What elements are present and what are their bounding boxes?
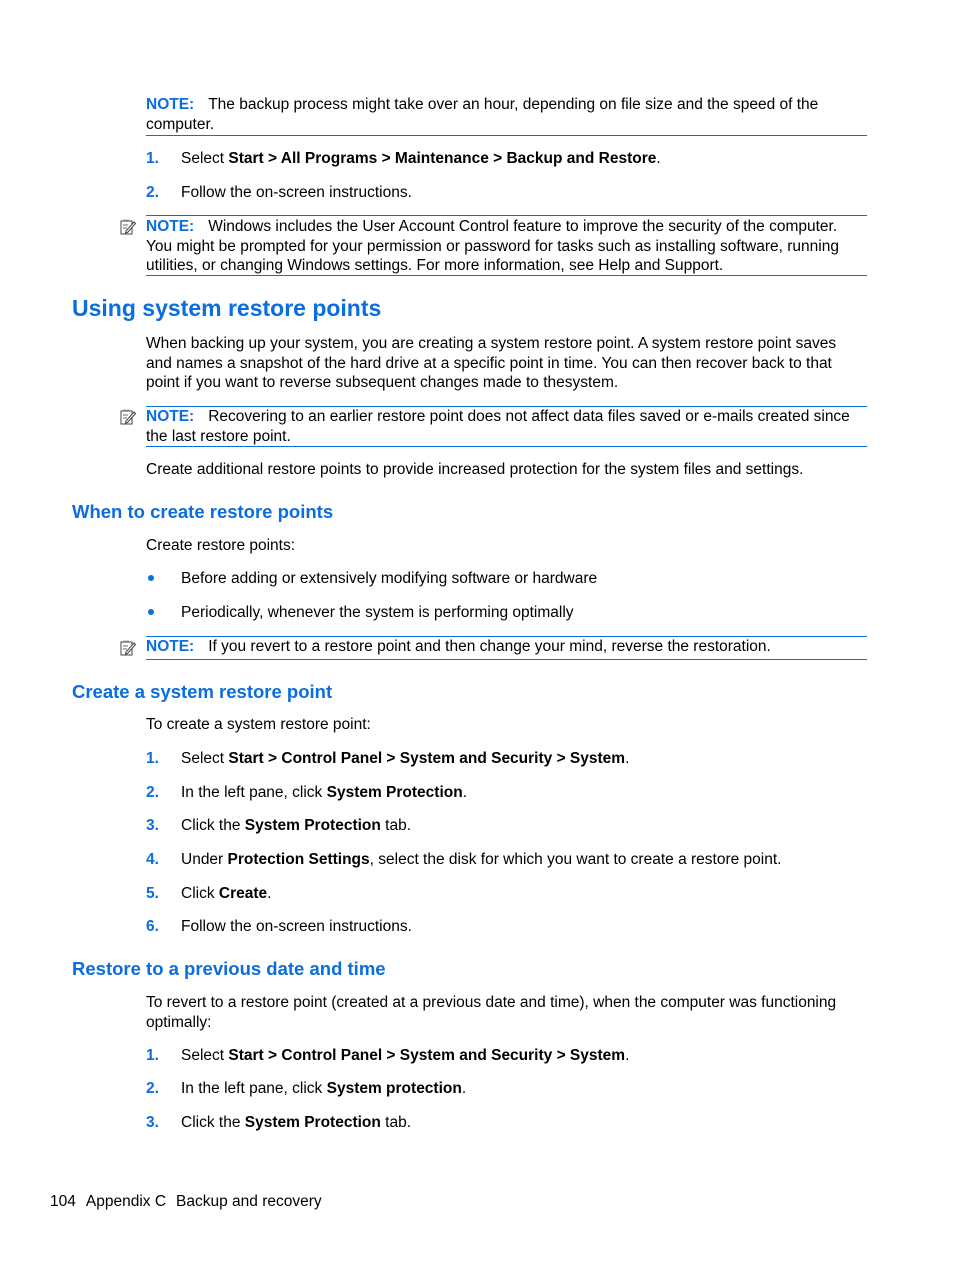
step-text: . [656, 150, 661, 167]
note-divider [146, 275, 867, 276]
step-text: . [267, 885, 272, 902]
step-number: 2. [146, 1080, 159, 1097]
note-text: Windows includes the User Account Contro… [146, 218, 839, 274]
section-heading-using-restore-points: Using system restore points [72, 295, 382, 321]
intro-step-2: 2. Follow the on-screen instructions. [146, 183, 412, 202]
step-bold-text: System Protection [244, 817, 381, 834]
step-bold-text: Start > Control Panel > System and Secur… [228, 1047, 626, 1064]
step-number: 1. [146, 150, 159, 167]
section-heading-restore-previous: Restore to a previous date and time [72, 958, 386, 979]
step-number: 3. [146, 1114, 159, 1131]
step-text: Follow the on-screen instructions. [181, 918, 412, 935]
step-text: . [461, 1080, 467, 1097]
step-text: Follow the on-screen instructions. [181, 184, 412, 201]
step-text: In the left pane, click [181, 1080, 327, 1097]
restore-intro: To revert to a restore point (created at… [146, 993, 836, 1032]
page-number: 104 [50, 1193, 76, 1210]
step-text: . [625, 750, 630, 767]
intro-step-1: 1. Select Start > All Programs > Maintena… [146, 149, 661, 168]
step-text: In the left pane, click [181, 784, 327, 801]
restore-step-3: 3. Click the System Protection tab. [146, 1113, 411, 1132]
step-bold-text: System Protection [244, 1114, 381, 1131]
step-text: tab. [380, 817, 412, 834]
create-step-3: 3. Click the System Protection tab. [146, 816, 411, 835]
bullet-text: Before adding or extensively modifying s… [181, 570, 598, 587]
step-bold-text: System protection [326, 1080, 462, 1097]
footer-chapter: Backup and recovery [176, 1193, 322, 1210]
step-text: . [625, 1047, 630, 1064]
step-text: Click [181, 885, 219, 902]
when-intro: Create restore points: [146, 537, 296, 554]
paragraph-line: and names a snapshot of the hard drive a… [146, 354, 832, 372]
step-number: 2. [146, 184, 159, 201]
bullet-item: Periodically, whenever the system is per… [146, 603, 574, 622]
step-text: Click the [181, 1114, 245, 1131]
step-text: Select [181, 150, 229, 167]
note-label: NOTE: [146, 218, 195, 235]
paragraph-line: When backing up your system, you are cre… [146, 335, 837, 352]
note-divider [146, 215, 867, 216]
note-pencil-icon [120, 640, 136, 656]
create-step-4: 4. Under Protection Settings, select the … [146, 850, 781, 869]
note-pencil-icon [120, 219, 136, 235]
paragraph-line: optimally: [146, 1013, 212, 1031]
step-text: . [462, 784, 468, 801]
create-step-6: 6. Follow the on-screen instructions. [146, 917, 412, 936]
note-text: The backup process might take over an ho… [146, 96, 819, 133]
note-label: NOTE: [146, 408, 195, 425]
note-label: NOTE: [146, 96, 195, 113]
paragraph-line: To revert to a restore point (created at… [146, 994, 837, 1011]
restore-step-2: 2. In the left pane, click System protect… [146, 1079, 466, 1098]
create-intro: To create a system restore point: [146, 716, 371, 733]
step-number: 4. [146, 851, 159, 868]
step-bold-text: Protection Settings [227, 851, 370, 868]
step-number: 2. [146, 784, 159, 801]
note-pencil-icon [120, 409, 136, 425]
note-divider [146, 135, 867, 136]
bullet-text: Periodically, whenever the system is per… [181, 604, 574, 621]
section-heading-when-to-create: When to create restore points [72, 501, 334, 522]
footer-appendix: Appendix C [85, 1193, 167, 1210]
step-text: Select [181, 1047, 229, 1064]
step-text: tab. [380, 1114, 412, 1131]
restore-step-1: 1. Select Start > Control Panel > System … [146, 1046, 629, 1065]
step-bold-text: Start > All Programs > Maintenance > Bac… [228, 150, 657, 167]
note-label: NOTE: [146, 638, 195, 655]
using-paragraph: When backing up your system, you are cre… [146, 334, 836, 393]
create-step-1: 1. Select Start > Control Panel > System … [146, 749, 629, 768]
note-revert: NOTE: If you revert to a restore point an… [146, 637, 866, 657]
bullet-dot-icon [148, 575, 154, 581]
step-bold-text: Start > Control Panel > System and Secur… [228, 750, 626, 767]
note-divider [146, 659, 867, 660]
note-recovering: NOTE: Recovering to an earlier restore po… [146, 407, 866, 446]
section-heading-create-restore-point: Create a system restore point [72, 681, 333, 702]
note-backup-duration: NOTE: The backup process might take over … [146, 95, 866, 134]
step-text: Under [181, 851, 228, 868]
step-number: 1. [146, 1047, 159, 1064]
step-bold-text: Create [218, 885, 268, 902]
bullet-dot-icon [148, 609, 154, 615]
paragraph-line: point if you want to reverse subsequent … [146, 374, 619, 391]
note-divider [146, 446, 867, 447]
step-bold-text: System Protection [326, 784, 463, 801]
step-text: Click the [181, 817, 245, 834]
step-number: 5. [146, 885, 159, 902]
step-text: , select the disk for which you want to … [369, 851, 782, 868]
step-text: Select [181, 750, 229, 767]
page-footer: 104 Appendix C Backup and recovery [50, 1193, 332, 1211]
additional-restore-points-paragraph: Create additional restore points to prov… [146, 461, 804, 478]
bullet-item: Before adding or extensively modifying s… [146, 569, 597, 588]
step-number: 1. [146, 750, 159, 767]
step-number: 6. [146, 918, 159, 935]
note-uac: NOTE: Windows includes the User Account C… [146, 217, 866, 276]
step-number: 3. [146, 817, 159, 834]
note-text: Recovering to an earlier restore point d… [146, 408, 850, 445]
create-step-5: 5. Click Create. [146, 884, 271, 903]
note-text: If you revert to a restore point and the… [208, 638, 771, 655]
create-step-2: 2. In the left pane, click System Protect… [146, 783, 467, 802]
